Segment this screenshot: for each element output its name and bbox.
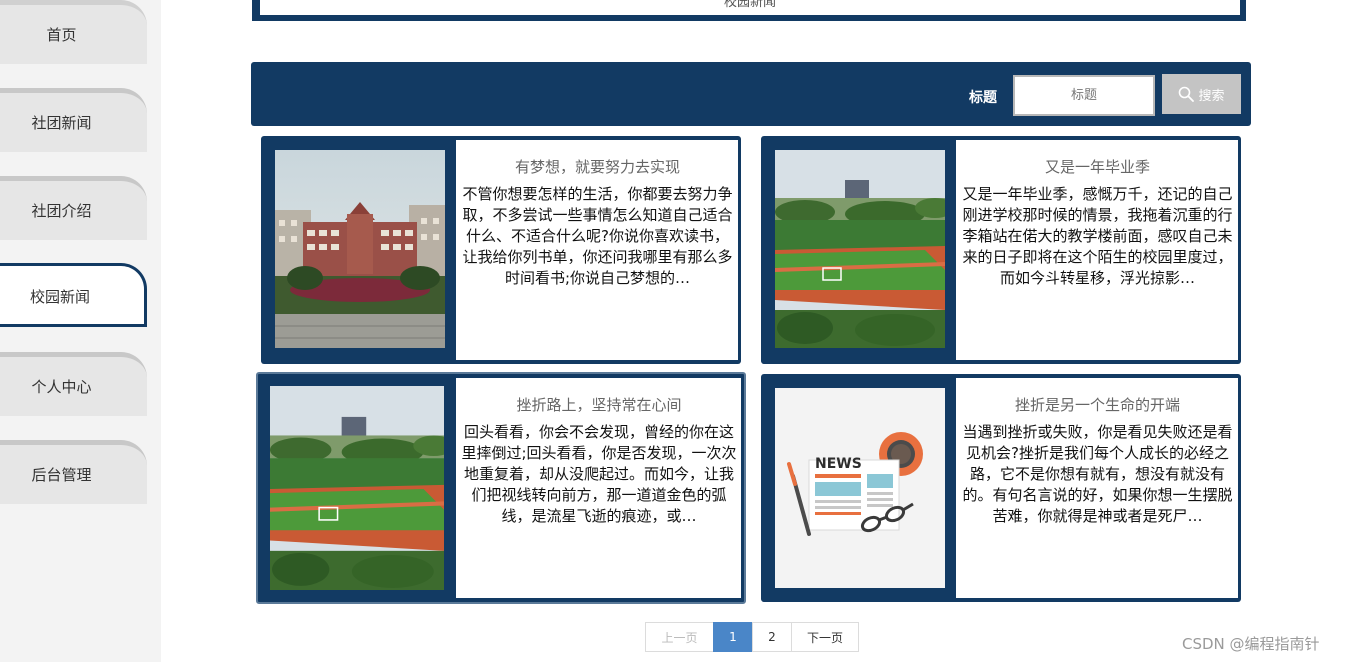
sidebar-item-campus-news[interactable]: 校园新闻 [0, 263, 147, 327]
banner-frame: 校园新闻 [252, 0, 1246, 21]
page-2-button[interactable]: 2 [752, 622, 792, 652]
sidebar-item-admin[interactable]: 后台管理 [0, 440, 147, 504]
search-label: 标题 [969, 90, 997, 106]
sidebar-item-home[interactable]: 首页 [0, 0, 147, 64]
news-card-body: 又是一年毕业季 又是一年毕业季，感慨万千，还记的自己刚进学校那时候的情景，我拖着… [956, 140, 1238, 360]
sidebar-item-label: 后台管理 [31, 466, 92, 484]
search-button-label: 搜索 [1198, 87, 1225, 103]
news-image-school-building[interactable] [275, 150, 445, 348]
pagination: 上一页 1 2 下一页 [645, 622, 859, 652]
sidebar-item-label: 社团新闻 [31, 114, 92, 132]
news-excerpt: 不管你想要怎样的生活，你都要去努力争取，不多尝试一些事情怎么知道自己适合什么、不… [462, 185, 733, 287]
news-card-body: 挫折是另一个生命的开端 当遇到挫折或失败，你是看见失败还是看见机会?挫折是我们每… [956, 378, 1238, 598]
sidebar: 首页 社团新闻 社团介绍 校园新闻 个人中心 后台管理 [0, 0, 161, 662]
news-card[interactable]: 又是一年毕业季 又是一年毕业季，感慨万千，还记的自己刚进学校那时候的情景，我拖着… [761, 136, 1241, 364]
banner-content: 校园新闻 [260, 0, 1240, 15]
search-button[interactable]: 搜索 [1162, 74, 1241, 114]
news-excerpt: 当遇到挫折或失败，你是看见失败还是看见机会?挫折是我们每个人成长的必经之路，它不… [962, 423, 1233, 525]
news-title[interactable]: 挫折是另一个生命的开端 [960, 394, 1235, 415]
news-excerpt: 又是一年毕业季，感慨万千，还记的自己刚进学校那时候的情景，我拖着沉重的行李箱站在… [962, 185, 1233, 287]
news-card-body: 挫折路上，坚持常在心间 回头看看，你会不会发现，曾经的你在这里摔倒过;回头看看，… [456, 378, 741, 598]
banner-title: 校园新闻 [723, 0, 776, 10]
news-image-sports-field[interactable] [775, 150, 945, 348]
news-card[interactable]: NEWS 挫折是另一个生命的开端 当遇到挫折或失败，你是看见失败还是看见机会?挫… [761, 374, 1241, 602]
news-image-news-illustration[interactable]: NEWS [775, 388, 945, 588]
sidebar-item-club-intro[interactable]: 社团介绍 [0, 176, 147, 240]
news-card[interactable]: 挫折路上，坚持常在心间 回头看看，你会不会发现，曾经的你在这里摔倒过;回头看看，… [256, 372, 746, 604]
sidebar-item-personal-center[interactable]: 个人中心 [0, 352, 147, 416]
sidebar-item-label: 社团介绍 [31, 202, 92, 220]
sidebar-item-label: 首页 [46, 26, 77, 44]
watermark: CSDN @编程指南针 [1182, 635, 1320, 653]
news-card-body: 有梦想，就要努力去实现 不管你想要怎样的生活，你都要去努力争取，不多尝试一些事情… [456, 140, 738, 360]
search-icon [1179, 86, 1195, 102]
news-title[interactable]: 挫折路上，坚持常在心间 [460, 394, 738, 415]
news-excerpt: 回头看看，你会不会发现，曾经的你在这里摔倒过;回头看看，你是否发现，一次次地重复… [461, 423, 737, 525]
news-title[interactable]: 有梦想，就要努力去实现 [460, 156, 735, 177]
news-image-sports-field[interactable] [270, 386, 444, 590]
sidebar-item-label: 个人中心 [31, 378, 92, 396]
news-title[interactable]: 又是一年毕业季 [960, 156, 1235, 177]
sidebar-item-label: 校园新闻 [29, 287, 90, 306]
page-1-button[interactable]: 1 [713, 622, 753, 652]
news-card[interactable]: 有梦想，就要努力去实现 不管你想要怎样的生活，你都要去努力争取，不多尝试一些事情… [261, 136, 741, 364]
search-input[interactable] [1013, 75, 1155, 116]
next-page-button[interactable]: 下一页 [791, 622, 859, 652]
prev-page-button[interactable]: 上一页 [645, 622, 714, 652]
search-bar: 标题 搜索 [251, 62, 1251, 126]
news-illustration-text: NEWS [815, 456, 862, 472]
sidebar-item-club-news[interactable]: 社团新闻 [0, 88, 147, 152]
